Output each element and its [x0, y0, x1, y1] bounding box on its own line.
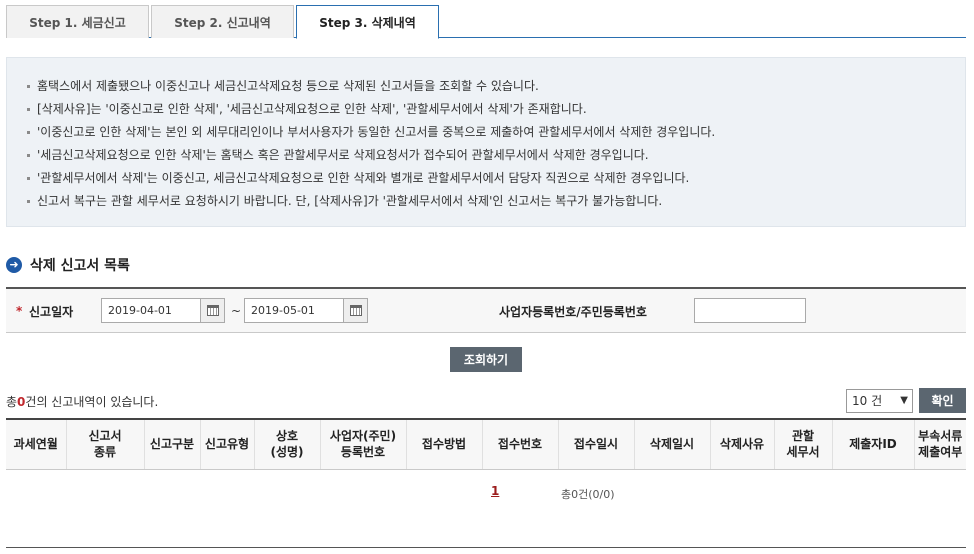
info-item: [삭제사유]는 '이중신고로 인한 삭제', '세금신고삭제요청으로 인한 삭제…	[7, 98, 965, 121]
pagination-summary: 총0건(0/0)	[561, 488, 615, 501]
section-title: ➜ 삭제 신고서 목록	[6, 255, 130, 275]
date-label: 신고일자	[29, 305, 74, 319]
tab-step3-active[interactable]: Step 3. 삭제내역	[296, 5, 439, 39]
col-header: 과세연월	[6, 418, 66, 470]
col-header: 부속서류 제출여부	[913, 418, 966, 470]
col-header: 신고서 종류	[65, 418, 144, 470]
chevron-down-icon: ▼	[900, 395, 908, 406]
calendar-icon	[206, 305, 219, 316]
biz-number-label: 사업자등록번호/주민등록번호	[499, 305, 647, 319]
col-header: 삭제사유	[709, 418, 774, 470]
col-header: 제출자ID	[831, 418, 914, 470]
info-item: '세금신고삭제요청으로 인한 삭제'는 홈택스 혹은 관할세무서로 삭제요청서가…	[7, 144, 965, 167]
info-item: 신고서 복구는 관할 세무서로 요청하시기 바랍니다. 단, [삭제사유]가 '…	[7, 190, 965, 213]
date-to-input[interactable]	[244, 298, 344, 323]
required-mark: *	[16, 304, 23, 318]
date-from-input[interactable]	[101, 298, 201, 323]
col-header: 삭제일시	[633, 418, 710, 470]
page-size-select[interactable]: 10 건 ▼	[846, 389, 913, 413]
col-header: 접수방법	[405, 418, 482, 470]
col-header: 관할 세무서	[773, 418, 832, 470]
step-tabs: Step 1. 세금신고 Step 2. 신고내역 Step 3. 삭제내역	[6, 5, 966, 39]
col-header: 신고유형	[199, 418, 254, 470]
info-item: '관할세무서에서 삭제'는 이중신고, 세금신고삭제요청으로 인한 삭제와 별개…	[7, 167, 965, 190]
section-title-text: 삭제 신고서 목록	[30, 258, 130, 274]
result-count-text: 총0건의 신고내역이 있습니다.	[6, 395, 159, 409]
search-panel: * 신고일자 ~ 사업자등록번호/주민등록번호	[6, 287, 966, 333]
table-header-row: 과세연월 신고서 종류 신고구분 신고유형 상호 (성명) 사업자(주민) 등록번호 …	[6, 418, 966, 470]
table-bottom-divider	[6, 547, 966, 548]
info-item: '이중신고로 인한 삭제'는 본인 외 세무대리인이나 부서사용자가 동일한 신…	[7, 121, 965, 144]
col-header: 접수번호	[481, 418, 558, 470]
info-box: 홈택스에서 제출됐으나 이중신고나 세금신고삭제요청 등으로 삭제된 신고서들을…	[6, 57, 966, 227]
query-button[interactable]: 조회하기	[450, 347, 522, 372]
confirm-button[interactable]: 확인	[919, 388, 966, 413]
arrow-right-circle-icon: ➜	[6, 257, 22, 273]
calendar-icon	[349, 305, 362, 316]
col-header: 접수일시	[557, 418, 634, 470]
col-header: 사업자(주민) 등록번호	[319, 418, 406, 470]
pagination-page-1[interactable]: 1	[491, 484, 499, 498]
date-from-calendar-button[interactable]	[200, 298, 225, 323]
date-to-calendar-button[interactable]	[343, 298, 368, 323]
tab-step2[interactable]: Step 2. 신고내역	[151, 5, 294, 38]
info-item: 홈택스에서 제출됐으나 이중신고나 세금신고삭제요청 등으로 삭제된 신고서들을…	[7, 75, 965, 98]
tab-step1[interactable]: Step 1. 세금신고	[6, 5, 149, 38]
deleted-returns-table: 과세연월 신고서 종류 신고구분 신고유형 상호 (성명) 사업자(주민) 등록번호 …	[6, 418, 966, 470]
biz-number-input[interactable]	[694, 298, 806, 323]
col-header: 상호 (성명)	[253, 418, 320, 470]
col-header: 신고구분	[143, 418, 200, 470]
date-range-separator: ~	[231, 304, 242, 318]
